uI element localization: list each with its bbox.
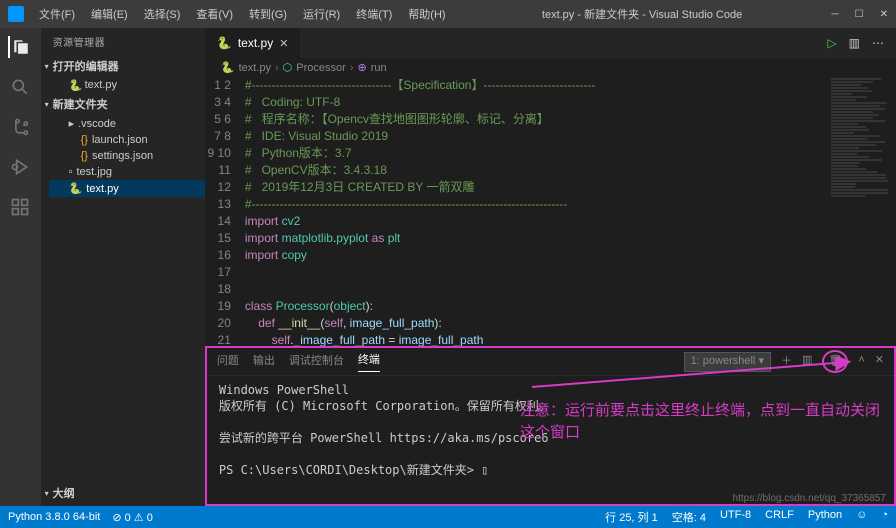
sidebar-title: 资源管理器 bbox=[41, 28, 205, 55]
annotation-arrow bbox=[527, 352, 867, 392]
status-bell-icon[interactable]: ◔ bbox=[881, 509, 888, 525]
watermark: https://blog.csdn.net/qq_37365857 bbox=[733, 493, 886, 504]
section-open-editors[interactable]: 打开的编辑器 bbox=[41, 55, 205, 77]
status-indent[interactable]: 空格: 4 bbox=[672, 509, 706, 525]
menu-select[interactable]: 选择(S) bbox=[137, 2, 188, 26]
open-editor-item[interactable]: 🐍text.py bbox=[49, 77, 205, 93]
tab-output[interactable]: 输出 bbox=[253, 352, 275, 372]
menu-go[interactable]: 转到(G) bbox=[242, 2, 294, 26]
python-file-icon: 🐍 bbox=[221, 61, 235, 74]
menu-bar: 文件(F) 编辑(E) 选择(S) 查看(V) 转到(G) 运行(R) 终端(T… bbox=[32, 2, 453, 26]
close-icon[interactable]: ✕ bbox=[880, 9, 888, 20]
sidebar: 资源管理器 打开的编辑器 🐍text.py 新建文件夹 ▸ .vscode {}… bbox=[41, 28, 205, 506]
source-control-icon[interactable] bbox=[9, 116, 31, 138]
editor-tabs: 🐍 text.py ✕ ▷ ▥ ⋯ bbox=[205, 28, 896, 58]
status-lang[interactable]: Python bbox=[808, 509, 842, 525]
status-encoding[interactable]: UTF-8 bbox=[720, 509, 751, 525]
status-bar: Python 3.8.0 64-bit ⊘ 0 ⚠ 0 行 25, 列 1 空格… bbox=[0, 506, 896, 528]
split-editor-icon[interactable]: ▥ bbox=[849, 36, 860, 50]
vscode-logo-icon bbox=[8, 6, 24, 22]
debug-icon[interactable] bbox=[9, 156, 31, 178]
tab-problems[interactable]: 问题 bbox=[217, 352, 239, 372]
menu-view[interactable]: 查看(V) bbox=[189, 2, 240, 26]
titlebar: 文件(F) 编辑(E) 选择(S) 查看(V) 转到(G) 运行(R) 终端(T… bbox=[0, 0, 896, 28]
minimize-icon[interactable]: ─ bbox=[832, 9, 839, 20]
image-file-icon: ▫ bbox=[69, 166, 73, 178]
terminal-panel: 问题 输出 调试控制台 终端 1: powershell ▾ ＋ ▥ 🗑 ˄ ✕… bbox=[205, 346, 896, 506]
status-eol[interactable]: CRLF bbox=[765, 509, 794, 525]
status-feedback-icon[interactable]: ☺ bbox=[856, 509, 867, 525]
close-panel-icon[interactable]: ✕ bbox=[875, 353, 884, 370]
tree-file-testjpg[interactable]: ▫ test.jpg bbox=[49, 164, 205, 180]
section-outline[interactable]: 大纲 bbox=[41, 482, 211, 504]
activity-bar bbox=[0, 28, 41, 506]
menu-run[interactable]: 运行(R) bbox=[296, 2, 347, 26]
menu-help[interactable]: 帮助(H) bbox=[401, 2, 452, 26]
menu-edit[interactable]: 编辑(E) bbox=[84, 2, 135, 26]
tab-debug-console[interactable]: 调试控制台 bbox=[289, 352, 344, 372]
python-file-icon: 🐍 bbox=[217, 36, 232, 50]
menu-file[interactable]: 文件(F) bbox=[32, 2, 82, 26]
tree-file-textpy[interactable]: 🐍 text.py bbox=[49, 180, 205, 197]
tree-file-launch[interactable]: {} launch.json bbox=[49, 132, 205, 148]
status-python[interactable]: Python 3.8.0 64-bit bbox=[8, 511, 100, 523]
status-cursor[interactable]: 行 25, 列 1 bbox=[605, 509, 658, 525]
window-controls: ─ ☐ ✕ bbox=[832, 9, 888, 20]
tab-textpy[interactable]: 🐍 text.py ✕ bbox=[205, 28, 302, 58]
tree-folder-vscode[interactable]: ▸ .vscode bbox=[49, 115, 205, 132]
python-file-icon: 🐍 bbox=[69, 182, 83, 195]
extensions-icon[interactable] bbox=[9, 196, 31, 218]
search-icon[interactable] bbox=[9, 76, 31, 98]
window-title: text.py - 新建文件夹 - Visual Studio Code bbox=[453, 6, 832, 22]
menu-terminal[interactable]: 终端(T) bbox=[349, 2, 399, 26]
maximize-icon[interactable]: ☐ bbox=[855, 9, 864, 20]
status-problems[interactable]: ⊘ 0 ⚠ 0 bbox=[112, 511, 152, 524]
explorer-icon[interactable] bbox=[8, 36, 30, 58]
editor-area: 🐍 text.py ✕ ▷ ▥ ⋯ 🐍 text.py› ⬡Processor›… bbox=[205, 28, 896, 506]
breadcrumb[interactable]: 🐍 text.py› ⬡Processor› ⊕run bbox=[205, 58, 896, 77]
tab-close-icon[interactable]: ✕ bbox=[279, 37, 288, 50]
more-icon[interactable]: ⋯ bbox=[872, 36, 884, 50]
python-file-icon: 🐍 bbox=[69, 79, 81, 91]
tab-terminal[interactable]: 终端 bbox=[358, 351, 380, 372]
section-folder[interactable]: 新建文件夹 bbox=[41, 93, 205, 115]
annotation-text: 注意：运行前要点击这里终止终端，点到一直自动关闭这个窗口 bbox=[520, 400, 880, 444]
run-icon[interactable]: ▷ bbox=[827, 36, 836, 50]
tree-file-settings[interactable]: {} settings.json bbox=[49, 148, 205, 164]
